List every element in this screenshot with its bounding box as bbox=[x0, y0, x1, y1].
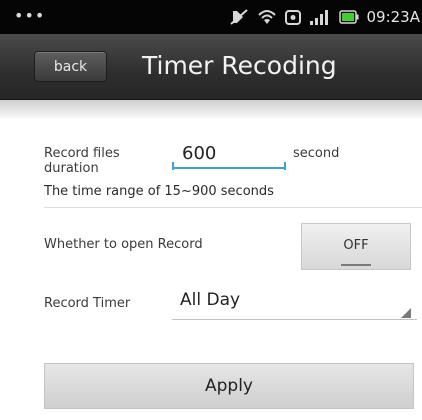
select-underline bbox=[172, 319, 417, 320]
divider bbox=[44, 207, 422, 208]
mute-icon bbox=[229, 8, 249, 26]
signal-icon bbox=[309, 8, 331, 26]
status-dots: ••• bbox=[14, 6, 46, 25]
dropdown-arrow-icon bbox=[401, 308, 411, 318]
range-hint: The time range of 15~900 seconds bbox=[44, 184, 274, 199]
toggle-indicator bbox=[341, 264, 371, 266]
apply-button[interactable]: Apply bbox=[44, 363, 414, 409]
duration-label: Record files duration bbox=[44, 146, 120, 176]
page-title: Timer Recoding bbox=[142, 51, 337, 80]
record-timer-select[interactable]: All Day bbox=[172, 286, 417, 320]
timer-recording-screen: ••• 09:23A back Timer Recoding Record fi… bbox=[0, 0, 422, 420]
status-icons: 09:23A bbox=[229, 0, 422, 34]
status-bar: ••• 09:23A bbox=[0, 0, 422, 34]
record-timer-value: All Day bbox=[180, 290, 241, 310]
back-button[interactable]: back bbox=[34, 51, 107, 82]
alarm-icon bbox=[284, 8, 301, 26]
duration-input[interactable] bbox=[172, 139, 286, 169]
wifi-icon bbox=[257, 8, 277, 26]
input-edge-right bbox=[284, 162, 286, 170]
open-record-toggle[interactable]: OFF bbox=[301, 223, 411, 270]
battery-icon bbox=[338, 10, 359, 24]
title-bar: back Timer Recoding bbox=[0, 34, 422, 100]
status-time: 09:23A bbox=[366, 8, 421, 26]
input-edge-left bbox=[172, 162, 174, 170]
open-record-label: Whether to open Record bbox=[44, 237, 203, 252]
duration-unit: second bbox=[293, 146, 340, 161]
header-shadow bbox=[0, 100, 422, 118]
record-timer-label: Record Timer bbox=[44, 296, 131, 311]
